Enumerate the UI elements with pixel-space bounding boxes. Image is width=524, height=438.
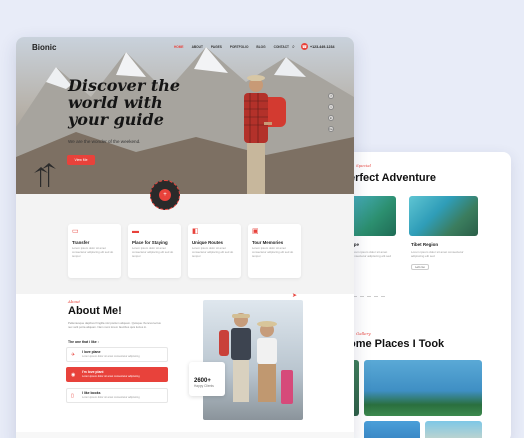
gallery-image[interactable] <box>425 421 482 438</box>
gallery-tag: Gallery <box>356 331 371 336</box>
like-item[interactable]: ◉ I'm love plant Lorem ipsum dolor sit a… <box>66 367 168 382</box>
photo-icon: ▣ <box>252 228 259 235</box>
feature-desc: Lorem ipsum dolor sit amet consectetur a… <box>132 246 174 258</box>
back-preview-card: Special erfect Adventure ope Lorem ipsum… <box>343 152 511 438</box>
facebook-icon[interactable]: f <box>328 93 334 99</box>
section-heading: erfect Adventure <box>349 172 437 184</box>
feature-title: Place for Staying <box>132 240 168 245</box>
like-item[interactable]: ✈ I love plane Lorem ipsum dolor sit ame… <box>66 347 168 362</box>
about-title: About Me! <box>68 305 122 317</box>
linkedin-icon[interactable]: in <box>328 115 334 121</box>
about-tag: About <box>68 299 81 304</box>
couple-photo <box>203 300 303 420</box>
pin-icon: ◉ <box>71 372 76 378</box>
card-desc: Lorem ipsum dolor sit amet consectetur a… <box>411 250 464 259</box>
phone-number: +123-449-1234 <box>310 44 335 49</box>
stats-card: 2600+ Happy Clients <box>189 362 225 396</box>
feature-title: Transfer <box>72 240 90 245</box>
hero-subtitle: We are the wonder of the weekend. <box>68 139 141 144</box>
gallery-heading: ome Places I Took <box>349 338 445 350</box>
card-desc: Lorem ipsum dolor sit amet consectetur a… <box>351 250 392 259</box>
nav-item-pages[interactable]: PAGES <box>211 45 222 49</box>
main-preview-card: Bionic HOME ABOUT PAGES PORTFOLIO BLOG C… <box>16 37 354 438</box>
likes-title: The one that i like : <box>68 340 99 344</box>
like-desc: Lorem ipsum dolor sit amet consectetur a… <box>82 396 140 399</box>
features-section <box>16 194 354 294</box>
hero-title: Discover the world with your guide <box>68 76 181 129</box>
phone-contact[interactable]: ☎ +123-449-1234 <box>301 43 334 50</box>
nav-item-about[interactable]: ABOUT <box>192 45 203 49</box>
bed-icon: ▬ <box>132 228 139 235</box>
card-title: Tibet Region <box>411 242 439 247</box>
search-icon[interactable]: ⌕ <box>292 44 295 50</box>
gallery-image[interactable] <box>364 421 420 438</box>
plane-icon: ✈ <box>71 352 76 358</box>
hero-section: Bionic HOME ABOUT PAGES PORTFOLIO BLOG C… <box>16 37 354 194</box>
nav-item-blog[interactable]: BLOG <box>256 45 265 49</box>
like-desc: Lorem ipsum dolor sit amet consectetur a… <box>82 355 140 358</box>
car-icon: ▭ <box>72 228 79 235</box>
destination-image[interactable] <box>409 196 478 236</box>
view-me-button[interactable]: View Me <box>67 155 95 165</box>
like-title: I like books <box>82 391 101 395</box>
about-text: Pellentesque dapibus fringilla nisl pret… <box>68 321 161 329</box>
feature-desc: Lorem ipsum dolor sit amet consectetur a… <box>252 246 294 258</box>
arrow-icon: + <box>159 189 171 201</box>
like-item[interactable]: ▯ I like books Lorem ipsum dolor sit ame… <box>66 388 168 403</box>
section-tag: Special <box>356 163 371 168</box>
slider-dots[interactable] <box>353 296 385 298</box>
stat-caption: Happy Clients <box>194 384 214 388</box>
like-title: I love plane <box>82 350 101 354</box>
lets-go-button[interactable]: Let's Go <box>411 264 429 270</box>
gallery-image[interactable] <box>364 360 482 416</box>
twitter-icon[interactable]: t <box>328 104 334 110</box>
feature-card[interactable]: ▣ Tour Memories Lorem ipsum dolor sit am… <box>248 224 301 278</box>
nav-item-contact[interactable]: CONTACT <box>274 45 289 49</box>
behance-icon[interactable]: be <box>328 126 334 132</box>
phone-icon: ☎ <box>301 43 308 50</box>
scroll-badge[interactable]: + <box>150 180 180 210</box>
social-links: f t in be <box>328 93 334 132</box>
feature-card[interactable]: ◧ Unique Routes Lorem ipsum dolor sit am… <box>188 224 241 278</box>
like-title: I'm love plant <box>82 370 104 374</box>
book-icon: ▯ <box>71 393 74 399</box>
nav-item-home[interactable]: HOME <box>174 45 184 49</box>
nav-item-portfolio[interactable]: PORTFOLIO <box>230 45 249 49</box>
feature-title: Tour Memories <box>252 240 284 245</box>
feature-title: Unique Routes <box>192 240 223 245</box>
nav-menu: HOME ABOUT PAGES PORTFOLIO BLOG CONTACT <box>174 45 289 49</box>
feature-card[interactable]: ▭ Transfer Lorem ipsum dolor sit amet co… <box>68 224 121 278</box>
next-section <box>16 432 354 438</box>
plane-icon: ➤ <box>292 293 298 299</box>
site-logo[interactable]: Bionic <box>32 43 56 52</box>
top-nav: Bionic HOME ABOUT PAGES PORTFOLIO BLOG C… <box>16 37 354 57</box>
feature-desc: Lorem ipsum dolor sit amet consectetur a… <box>72 246 114 258</box>
feature-card[interactable]: ▬ Place for Staying Lorem ipsum dolor si… <box>128 224 181 278</box>
like-desc: Lorem ipsum dolor sit amet consectetur a… <box>82 375 140 378</box>
feature-desc: Lorem ipsum dolor sit amet consectetur a… <box>192 246 234 258</box>
route-icon: ◧ <box>192 228 199 235</box>
